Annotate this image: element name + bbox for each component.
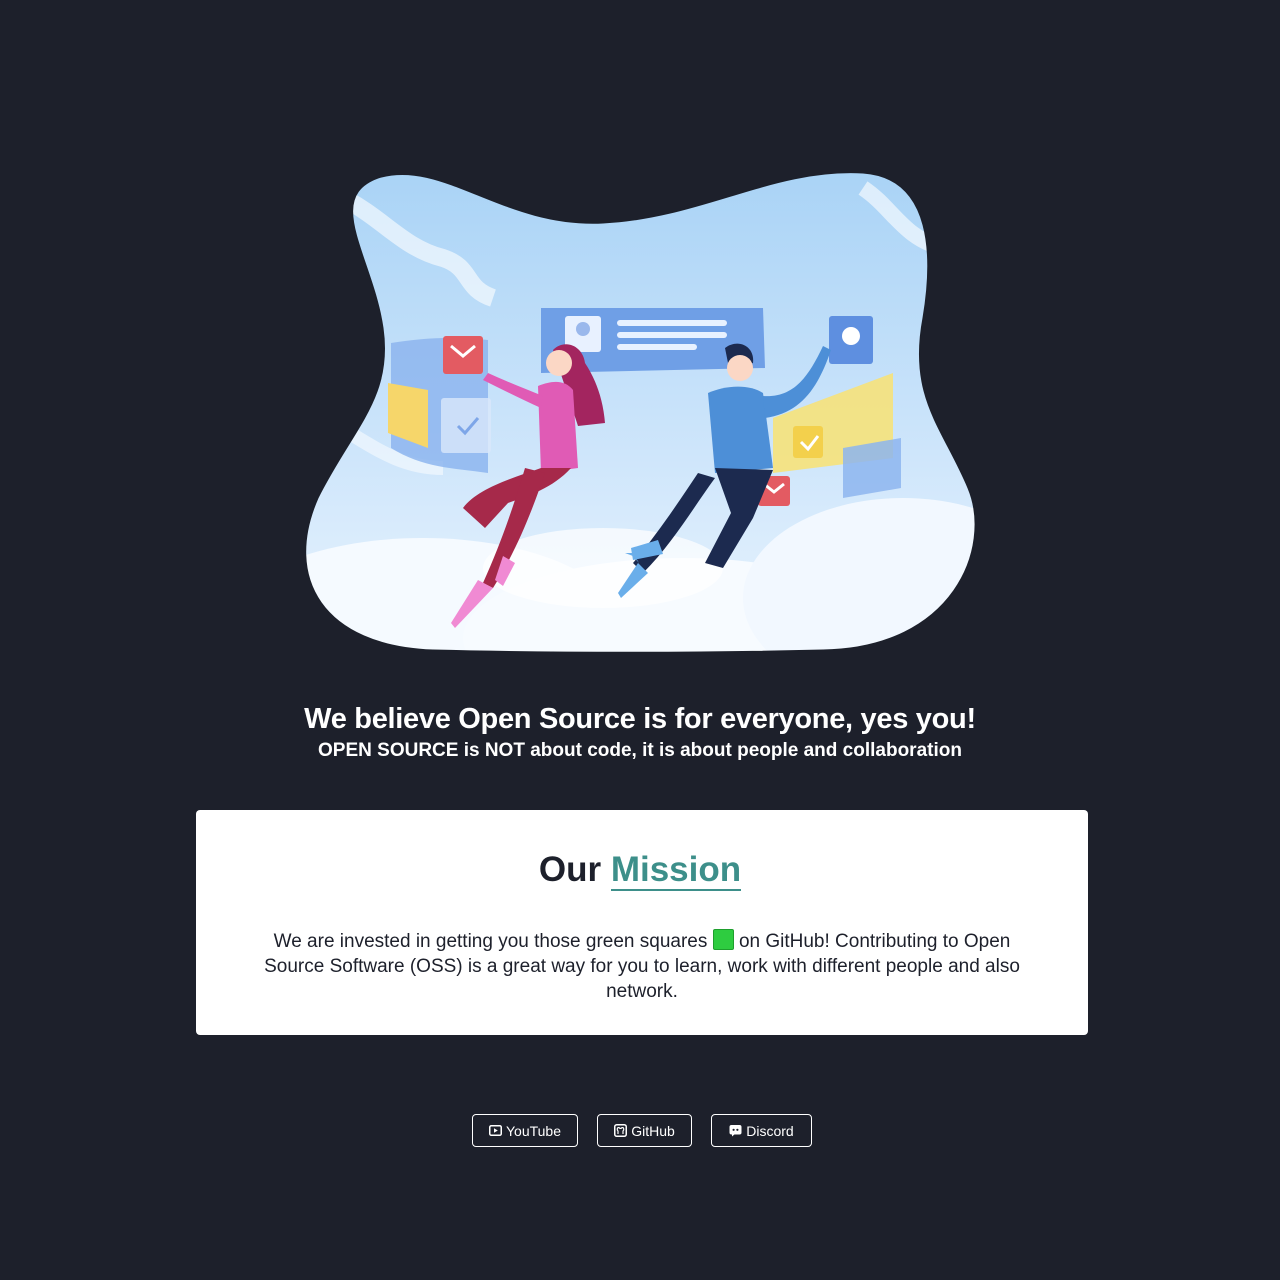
page: We believe Open Source is for everyone, …: [0, 0, 1280, 1280]
discord-label: Discord: [746, 1122, 794, 1139]
github-icon: [614, 1124, 628, 1137]
green-square-icon: [712, 929, 734, 950]
youtube-label: YouTube: [505, 1122, 561, 1139]
discord-button[interactable]: Discord: [711, 1114, 812, 1147]
people-collaborating-illustration: [303, 168, 977, 653]
discord-icon: [729, 1124, 742, 1137]
mission-title-prefix: Our: [538, 850, 602, 889]
headline: We believe Open Source is for everyone, …: [304, 703, 976, 735]
github-button[interactable]: GitHub: [597, 1114, 692, 1147]
subheadline: OPEN SOURCE is NOT about code, it is abo…: [318, 740, 962, 761]
mission-title: Our Mission: [0, 850, 1280, 891]
mission-text: We are invested in getting you those gre…: [250, 929, 1034, 1004]
social-links: YouTube GitHub Discord: [0, 1114, 1280, 1147]
mission-title-accent: Mission: [610, 850, 742, 891]
github-label: GitHub: [631, 1122, 675, 1139]
mission-text-before: We are invested in getting you those gre…: [273, 931, 708, 952]
youtube-icon: [488, 1124, 502, 1137]
youtube-button[interactable]: YouTube: [472, 1114, 578, 1147]
